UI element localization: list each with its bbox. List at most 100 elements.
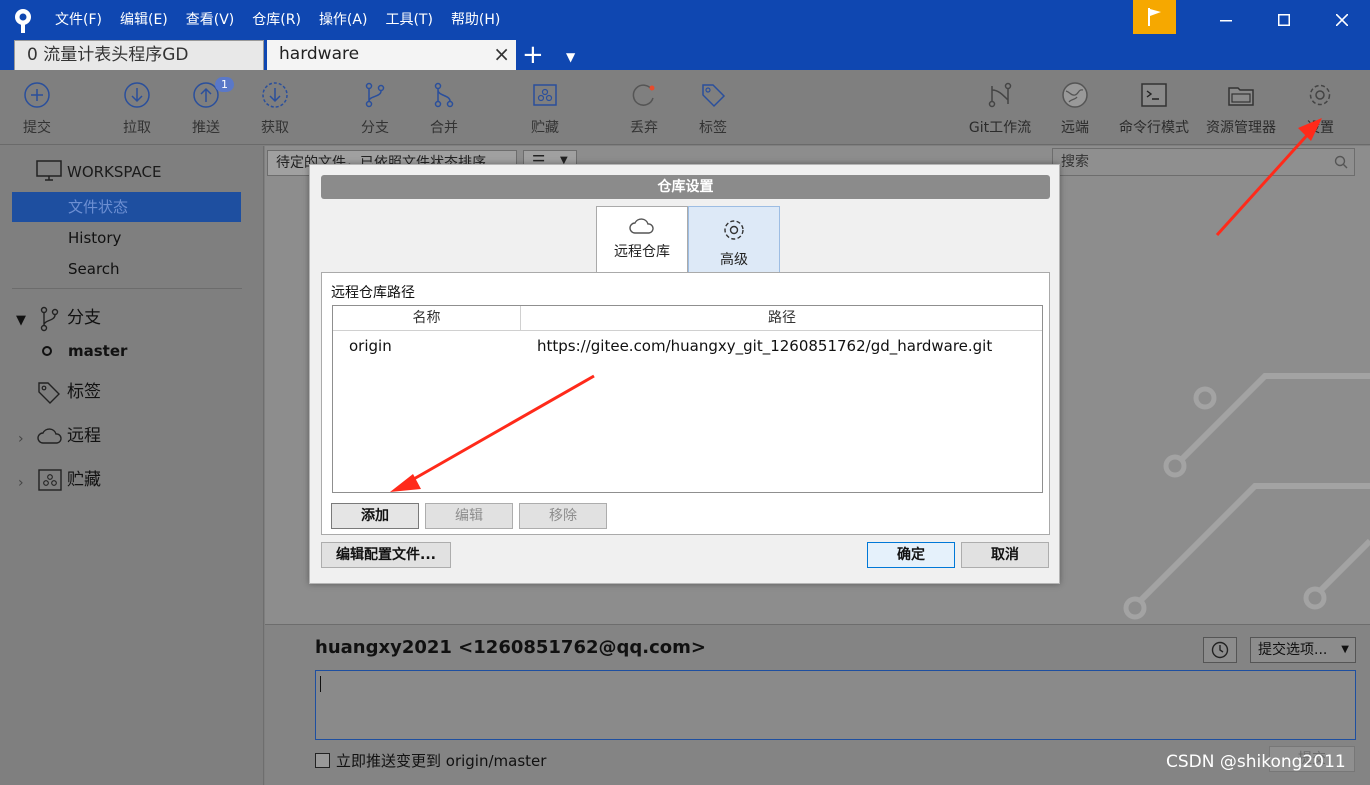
sidebar-item-file-status[interactable]: 文件状态 [12,192,241,222]
tab-repo-hardware[interactable]: hardware × [267,40,516,70]
sidebar-section-remotes[interactable]: › 远程 [0,421,264,451]
minimize-button[interactable] [1198,0,1254,40]
dialog-title: 仓库设置 [321,175,1050,199]
tab-menu-chevron-down-icon[interactable]: ▼ [566,44,575,70]
cancel-button[interactable]: 取消 [961,542,1049,568]
sidebar-item-branch-master[interactable]: master [0,336,264,366]
remove-remote-button[interactable]: 移除 [519,503,607,529]
menu-file[interactable]: 文件(F) [55,0,102,40]
menu-repository[interactable]: 仓库(R) [252,0,301,40]
chevron-down-icon: ▼ [1341,644,1349,655]
tab-label: hardware [279,44,360,64]
tab-advanced-label: 高级 [720,252,748,268]
text-cursor [320,676,321,692]
gitflow-icon [988,82,1012,108]
sidebar-section-tags[interactable]: 标签 [0,377,264,407]
tab-advanced[interactable]: 高级 [688,206,780,272]
explorer-label: 资源管理器 [1206,120,1276,136]
close-icon [1336,14,1348,26]
author-name: huangxy2021 <1260851762@qq.com> [315,637,706,658]
remotes-label: 远程 [67,426,101,446]
tab-repo-gd[interactable]: 0 流量计表头程序GD [14,40,264,70]
fetch-button[interactable]: 获取 [240,80,310,137]
discard-icon [632,84,655,106]
push-button[interactable]: 1 推送 [171,77,241,137]
clock-icon [1211,641,1229,659]
explorer-button[interactable]: 资源管理器 [1200,80,1282,137]
tag-icon [38,382,60,404]
menu-edit[interactable]: 编辑(E) [120,0,168,40]
minimize-icon [1220,20,1232,22]
gitflow-button[interactable]: Git工作流 [960,80,1040,137]
search-input[interactable]: 搜索 [1052,148,1355,176]
tags-label: 标签 [67,382,101,402]
stash-icon [38,469,62,491]
merge-button[interactable]: 合并 [409,80,479,137]
gear-icon [724,220,744,240]
remote-name: origin [349,337,392,355]
add-remote-button[interactable]: 添加 [331,503,419,529]
remotes-panel: 远程仓库路径 名称 路径 origin https://gitee.com/hu… [321,272,1050,535]
branch-button[interactable]: 分支 [340,80,410,137]
menu-view[interactable]: 查看(V) [186,0,235,40]
column-header-path[interactable]: 路径 [522,306,1042,330]
edit-remote-button[interactable]: 编辑 [425,503,513,529]
menu-actions[interactable]: 操作(A) [319,0,368,40]
stash-label: 贮藏 [531,120,559,136]
sidebar-item-search[interactable]: Search [0,254,264,284]
flag-button[interactable] [1133,0,1176,34]
branch-label: 分支 [361,120,389,136]
remote-button[interactable]: 远端 [1040,80,1110,137]
menu-help[interactable]: 帮助(H) [451,0,500,40]
branch-icon [40,306,59,332]
sidebar-section-stashes[interactable]: › 贮藏 [0,465,264,495]
branches-label: 分支 [67,308,101,328]
commit-history-button[interactable] [1203,637,1237,663]
tab-bar: 0 流量计表头程序GD hardware × + ▼ [0,40,1370,70]
menu-tools[interactable]: 工具(T) [385,0,432,40]
remotes-table: 名称 路径 origin https://gitee.com/huangxy_g… [332,305,1043,493]
circuit-background-decoration [1123,373,1370,620]
commit-button[interactable]: 提交 [2,80,72,137]
tab-remotes[interactable]: 远程仓库 [596,206,688,273]
stash-button[interactable]: 贮藏 [510,80,580,137]
new-tab-button[interactable]: + [522,40,544,70]
sidebar-section-branches[interactable]: ▼ 分支 [0,303,264,333]
sidebar-item-history[interactable]: History [0,223,264,253]
remote-label: 远端 [1061,120,1089,136]
push-count-badge: 1 [215,77,234,92]
pull-button[interactable]: 拉取 [102,80,172,137]
table-header: 名称 路径 [333,306,1042,331]
monitor-icon [36,160,62,181]
edit-config-file-button[interactable]: 编辑配置文件... [321,542,451,568]
close-window-button[interactable] [1314,0,1370,40]
commit-message-input[interactable] [315,670,1356,740]
maximize-button[interactable] [1256,0,1312,40]
dialog-tabs: 远程仓库 高级 [596,206,780,273]
download-arrow-icon [124,82,150,108]
push-immediately-checkbox[interactable]: 立即推送变更到 origin/master [315,750,546,771]
tag-button[interactable]: 标签 [678,80,748,137]
maximize-icon [1278,14,1290,26]
table-row[interactable]: origin https://gitee.com/huangxy_git_126… [333,333,1042,359]
fetch-label: 获取 [261,120,289,136]
ok-button[interactable]: 确定 [867,542,955,568]
cloud-icon [37,428,62,444]
checkbox-icon [315,753,330,768]
flag-icon [1147,8,1161,26]
sidebar: WORKSPACE 文件状态 History Search ▼ 分支 maste… [0,146,264,785]
menu-bar: 文件(F) 编辑(E) 查看(V) 仓库(R) 操作(A) 工具(T) 帮助(H… [55,0,518,40]
settings-button[interactable]: 设置 [1285,80,1355,137]
toolbar: 提交 拉取 1 推送 获取 分支 合并 贮藏 丢弃 标签 Git工作流 远端 命… [0,70,1370,145]
discard-button[interactable]: 丢弃 [609,80,679,137]
chevron-right-icon: › [18,431,24,447]
column-header-name[interactable]: 名称 [333,306,521,330]
app-window: 文件(F) 编辑(E) 查看(V) 仓库(R) 操作(A) 工具(T) 帮助(H… [0,0,1370,785]
commit-options-dropdown[interactable]: 提交选项... ▼ [1250,637,1356,663]
terminal-icon [1141,83,1167,107]
merge-icon [434,82,454,108]
tab-label: 0 流量计表头程序GD [27,45,189,65]
terminal-button[interactable]: 命令行模式 [1113,80,1195,137]
watermark: CSDN @shikong2011 [1166,752,1346,772]
close-tab-icon[interactable]: × [493,40,510,68]
